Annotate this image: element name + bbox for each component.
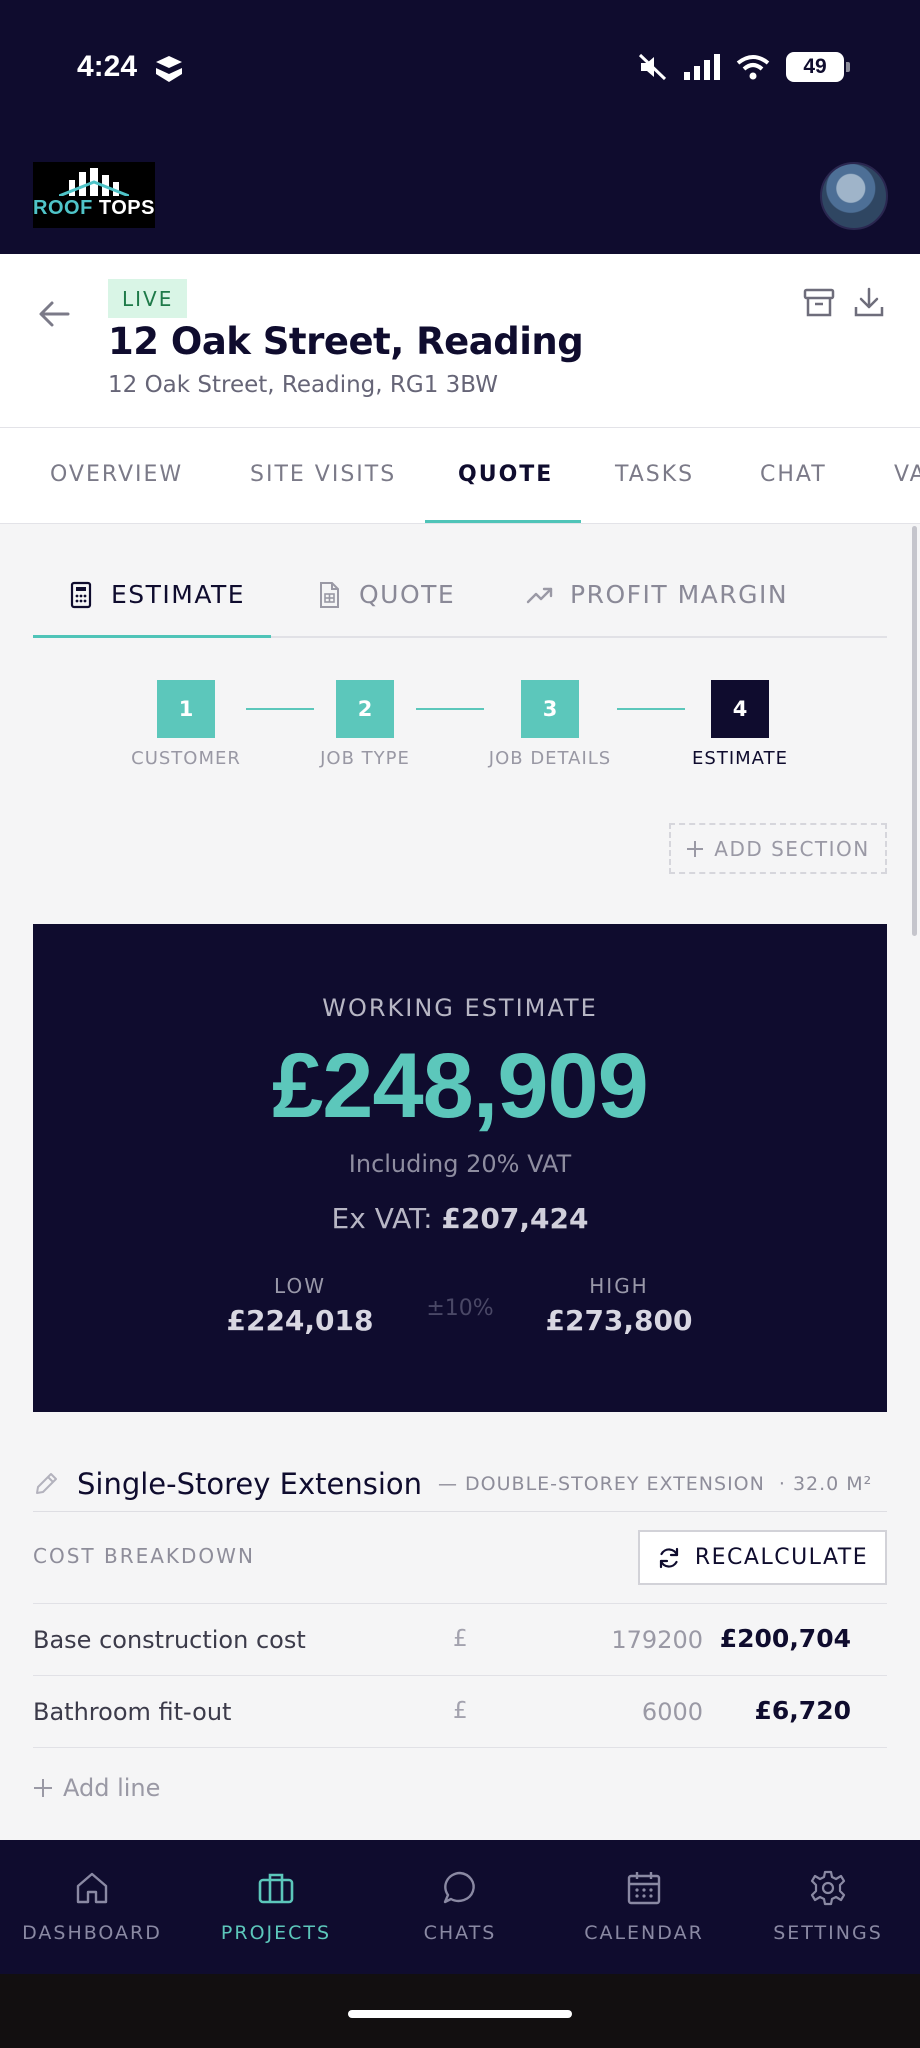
subtab-quote[interactable]: QUOTE <box>315 580 455 609</box>
estimate-title: WORKING ESTIMATE <box>322 994 598 1022</box>
signal-icon <box>684 54 720 80</box>
archive-icon[interactable] <box>802 286 836 320</box>
edit-pencil-icon[interactable] <box>33 1471 59 1497</box>
tab-chat[interactable]: CHAT <box>760 462 827 487</box>
user-avatar[interactable] <box>820 162 888 230</box>
working-estimate-card: WORKING ESTIMATE £248,909 Including 20% … <box>33 924 887 1412</box>
calculator-icon <box>70 581 92 608</box>
nav-projects[interactable]: PROJECTS <box>184 1868 368 1944</box>
logo-wordmark: ROOF TOPS <box>33 197 155 219</box>
tab-quote[interactable]: QUOTE <box>458 462 553 487</box>
briefcase-icon <box>258 1873 294 1904</box>
document-icon <box>320 581 339 608</box>
estimate-amount: £248,909 <box>272 1035 649 1137</box>
currency-symbol: £ <box>453 1698 468 1724</box>
trending-up-icon <box>526 587 553 603</box>
scrollbar[interactable] <box>912 526 917 936</box>
bottom-navigation: DASHBOARD PROJECTS CHATS CALENDAR SETTIN… <box>0 1840 920 1974</box>
home-indicator[interactable] <box>348 2010 572 2018</box>
vat-note: Including 20% VAT <box>348 1150 572 1178</box>
plus-icon <box>687 840 704 857</box>
section-type: — DOUBLE-STOREY EXTENSION <box>438 1472 765 1495</box>
system-home-area <box>0 1974 920 2048</box>
cost-line-total: £200,704 <box>719 1624 851 1653</box>
cost-amount-input[interactable]: 6000 <box>503 1698 703 1726</box>
step-label-customer: CUSTOMER <box>131 748 241 769</box>
tab-overview[interactable]: OVERVIEW <box>50 462 183 487</box>
project-tabs: OVERVIEW SITE VISITS QUOTE TASKS CHAT VA <box>0 428 920 524</box>
currency-symbol: £ <box>453 1626 468 1652</box>
project-header: LIVE 12 Oak Street, Reading 12 Oak Stree… <box>0 254 920 428</box>
active-tab-indicator <box>425 520 581 523</box>
step-label-estimate: ESTIMATE <box>692 748 788 769</box>
logo-skyline-icon <box>59 168 129 196</box>
cost-line-name[interactable]: Bathroom fit-out <box>33 1698 231 1726</box>
cost-line-name[interactable]: Base construction cost <box>33 1626 306 1654</box>
divider <box>33 1747 887 1748</box>
refresh-icon <box>659 1547 678 1568</box>
back-arrow-icon[interactable] <box>36 296 72 332</box>
cost-row: Base construction cost £ 179200 £200,704 <box>33 1603 887 1675</box>
nav-calendar[interactable]: CALENDAR <box>552 1868 736 1944</box>
add-line-button[interactable]: Add line <box>33 1774 160 1802</box>
nav-dashboard[interactable]: DASHBOARD <box>0 1868 184 1944</box>
download-icon[interactable] <box>852 286 886 320</box>
add-section-button[interactable]: ADD SECTION <box>669 823 887 874</box>
recalculate-button[interactable]: RECALCULATE <box>638 1530 887 1585</box>
chat-bubble-icon <box>443 1871 475 1904</box>
step-connector <box>416 708 484 710</box>
step-connector <box>617 708 685 710</box>
step-4[interactable]: 4 <box>711 680 769 738</box>
nav-chats[interactable]: CHATS <box>368 1868 552 1944</box>
project-title: 12 Oak Street, Reading <box>108 320 584 363</box>
wifi-icon <box>736 55 770 80</box>
company-logo[interactable]: ROOF TOPS <box>33 162 155 228</box>
project-address: 12 Oak Street, Reading, RG1 3BW <box>108 372 498 398</box>
subtab-profit-margin[interactable]: PROFIT MARGIN <box>526 580 788 609</box>
step-3[interactable]: 3 <box>521 680 579 738</box>
active-subtab-indicator <box>33 635 271 638</box>
plus-icon <box>34 1779 52 1797</box>
status-badge: LIVE <box>108 279 188 318</box>
status-time: 4:24 <box>77 50 138 83</box>
ex-vat-amount: Ex VAT: £207,424 <box>331 1202 589 1235</box>
status-indicators: 49 <box>638 52 850 82</box>
gear-icon <box>810 1870 846 1906</box>
tab-tasks[interactable]: TASKS <box>615 462 694 487</box>
mute-icon <box>638 53 667 81</box>
battery-indicator: 49 <box>786 52 850 82</box>
step-connector <box>246 708 314 710</box>
step-label-job-details: JOB DETAILS <box>488 748 612 769</box>
tab-va[interactable]: VA <box>894 462 920 487</box>
estimate-range: ±10% <box>426 1296 494 1321</box>
subtab-estimate[interactable]: ESTIMATE <box>67 580 245 609</box>
section-name[interactable]: Single-Storey Extension <box>77 1467 422 1501</box>
nav-settings[interactable]: SETTINGS <box>736 1868 920 1944</box>
step-2[interactable]: 2 <box>336 680 394 738</box>
calendar-icon <box>627 1872 661 1905</box>
section-area: · 32.0 M² <box>778 1472 873 1495</box>
tab-site-visits[interactable]: SITE VISITS <box>250 462 396 487</box>
cost-breakdown-label: COST BREAKDOWN <box>33 1544 255 1568</box>
step-label-job-type: JOB TYPE <box>320 748 410 769</box>
home-icon <box>76 1872 108 1904</box>
cost-line-total: £6,720 <box>754 1696 851 1725</box>
cost-amount-input[interactable]: 179200 <box>503 1626 703 1654</box>
app-top-bar: 4:24 49 ROOF TOPS <box>0 0 920 254</box>
app-notification-icon <box>156 56 182 82</box>
high-estimate: HIGH £273,800 <box>545 1274 693 1337</box>
step-1[interactable]: 1 <box>157 680 215 738</box>
section-header: Single-Storey Extension — DOUBLE-STOREY … <box>33 1456 887 1512</box>
quote-sub-tabs: ESTIMATE QUOTE PROFIT MARGIN <box>33 560 887 638</box>
cost-row: Bathroom fit-out £ 6000 £6,720 <box>33 1675 887 1747</box>
